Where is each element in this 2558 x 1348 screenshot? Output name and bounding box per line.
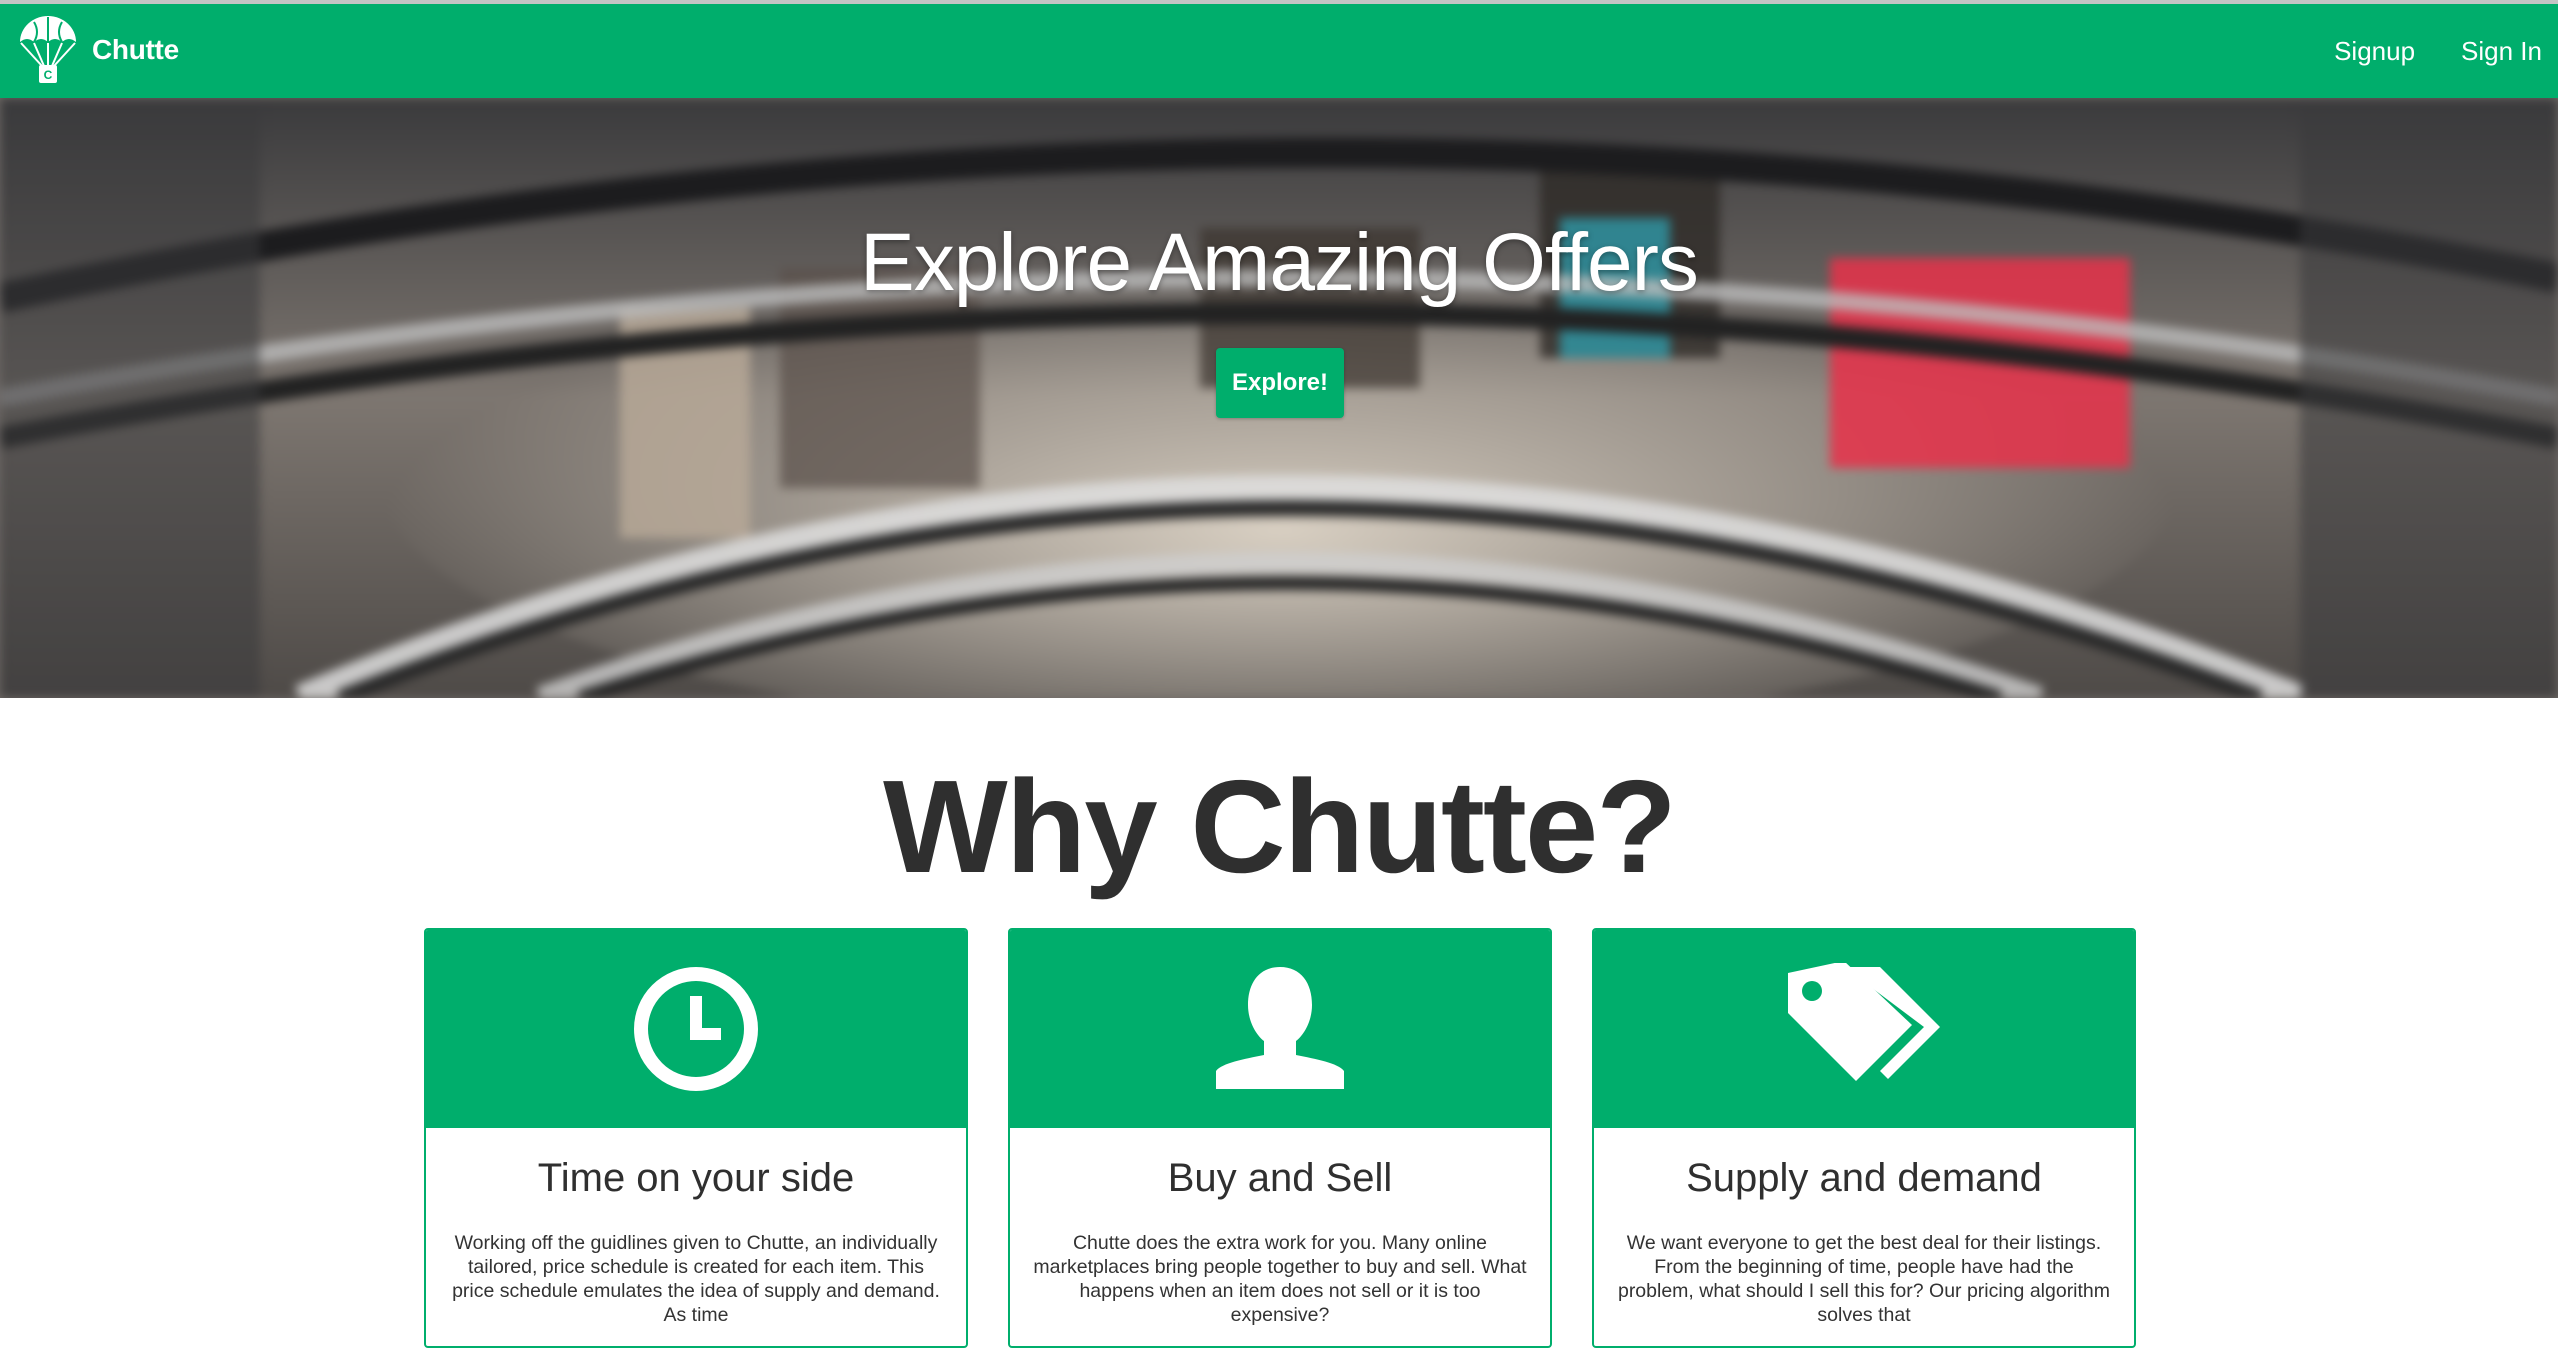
card-text: Working off the guidlines given to Chutt… (452, 1232, 940, 1326)
hero-title: Explore Amazing Offers (860, 217, 1699, 308)
feature-card-supply-demand: Supply and demand We want everyone to ge… (1592, 928, 2136, 1348)
explore-button[interactable]: Explore! (1216, 348, 1344, 418)
signin-link[interactable]: Sign In (2461, 36, 2542, 67)
card-text: We want everyone to get the best deal fo… (1617, 1232, 2111, 1326)
hero-banner: Explore Amazing Offers Explore! (0, 98, 2558, 698)
svg-text:C: C (44, 68, 53, 82)
nav-links: Signup Sign In (2334, 4, 2542, 98)
brand-name: Chutte (92, 34, 179, 65)
user-icon (1214, 963, 1346, 1095)
tags-icon (1784, 963, 1944, 1095)
clock-icon (633, 966, 759, 1092)
parachute-icon: C (18, 14, 78, 86)
feature-card-buy-sell: Buy and Sell Chutte does the extra work … (1008, 928, 1552, 1348)
card-title: Buy and Sell (1167, 1156, 1393, 1200)
card-text: Chutte does the extra work for you. Many… (1033, 1232, 1527, 1326)
navbar: C Chutte Signup Sign In (0, 4, 2558, 98)
card-header (1594, 930, 2134, 1128)
card-header (1010, 930, 1550, 1128)
brand[interactable]: C Chutte (18, 14, 179, 86)
card-header (426, 930, 966, 1128)
card-title: Time on your side (537, 1156, 855, 1200)
card-title: Supply and demand (1686, 1156, 2042, 1200)
feature-card-time: Time on your side Working off the guidli… (424, 928, 968, 1348)
why-title: Why Chutte? (883, 753, 1677, 900)
signup-link[interactable]: Signup (2334, 36, 2415, 67)
